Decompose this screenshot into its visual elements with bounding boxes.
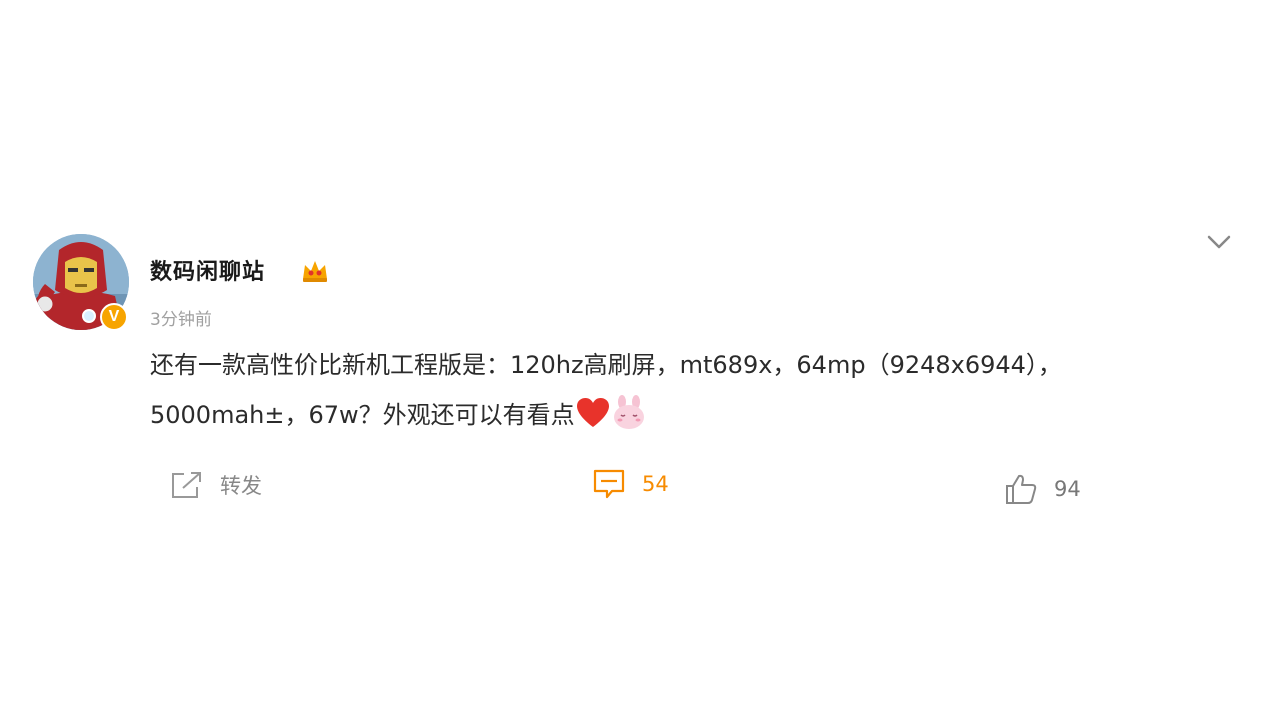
chevron-down-icon[interactable] — [1205, 232, 1233, 252]
comment-icon — [593, 469, 625, 499]
repost-icon — [172, 472, 201, 498]
repost-label: 转发 — [220, 474, 262, 498]
like-count: 94 — [1054, 477, 1081, 501]
verified-badge: V — [100, 303, 128, 331]
post-text: 5000mah±，67w？外观还可以有看点 — [150, 401, 575, 429]
like-button[interactable]: 94 — [1004, 472, 1081, 506]
weibo-post: V 数码闲聊站 3分钟前 还有一款高性价比新机工程版是：120hz高刷屏，mt6… — [0, 0, 1280, 719]
heart-emoji-icon — [576, 398, 609, 427]
vip-crown-icon — [303, 261, 327, 282]
post-content: 还有一款高性价比新机工程版是：120hz高刷屏，mt689x，64mp（9248… — [150, 340, 1230, 440]
comment-button[interactable]: 54 — [592, 468, 669, 500]
thumbs-up-icon — [1006, 474, 1037, 504]
post-text-line: 还有一款高性价比新机工程版是：120hz高刷屏，mt689x，64mp（9248… — [150, 351, 1062, 379]
post-text-line: 5000mah±，67w？外观还可以有看点 — [150, 390, 1230, 440]
repost-button[interactable]: 转发 — [170, 470, 262, 500]
bunny-emoji-icon — [613, 395, 644, 429]
author-name[interactable]: 数码闲聊站 — [150, 254, 265, 286]
comment-count: 54 — [642, 472, 669, 496]
post-timestamp: 3分钟前 — [150, 310, 212, 330]
